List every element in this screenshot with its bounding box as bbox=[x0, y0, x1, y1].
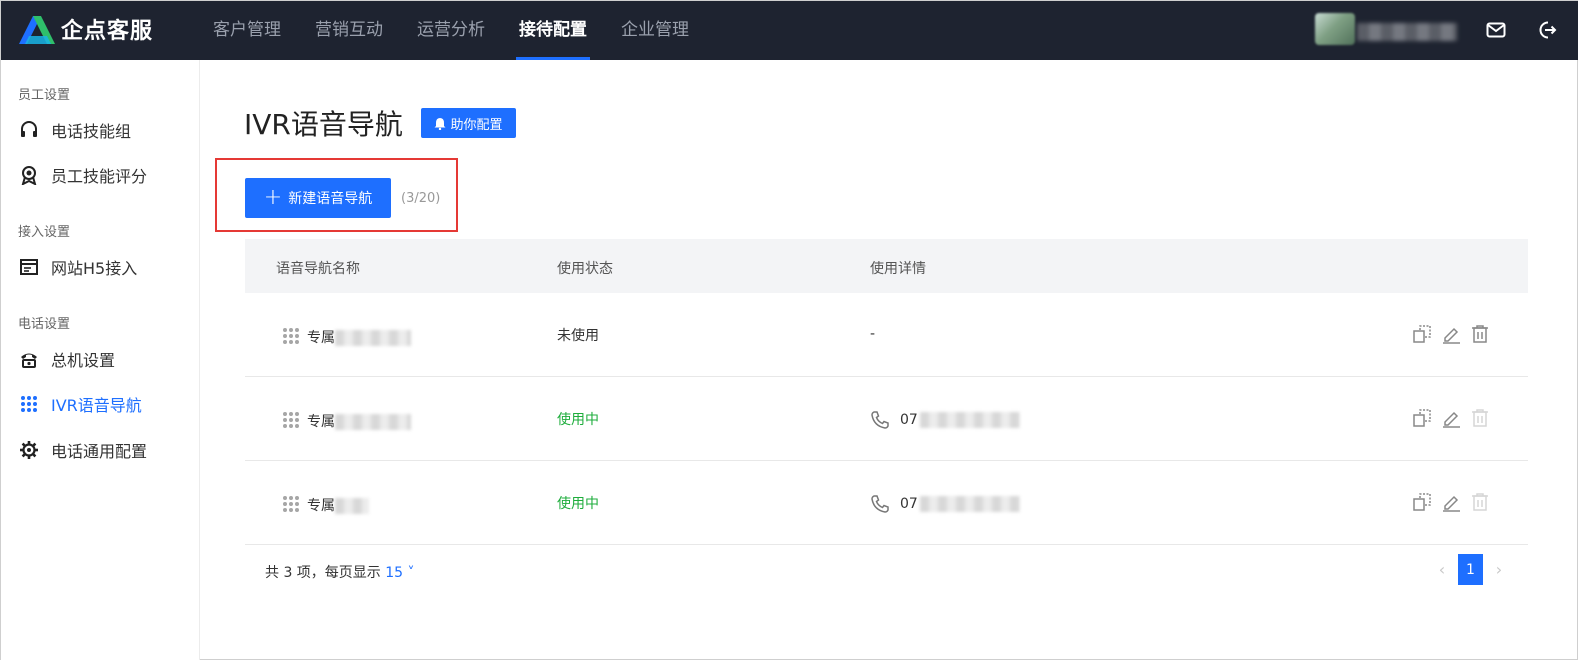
usage-detail: 07 bbox=[870, 410, 1020, 430]
avatar[interactable] bbox=[1315, 13, 1355, 45]
sidebar-item-label: 总机设置 bbox=[51, 351, 116, 370]
page-size-select[interactable]: 15 ˅ bbox=[385, 565, 414, 581]
usage-detail-text: 07 bbox=[900, 496, 918, 512]
pagination: ‹ 1 › bbox=[1433, 554, 1508, 585]
table-header: 语音导航名称 使用状态 使用详情 bbox=[245, 239, 1528, 293]
column-header-detail: 使用详情 bbox=[870, 261, 926, 277]
chevron-down-icon: ˅ bbox=[403, 565, 415, 581]
drag-handle-icon[interactable] bbox=[283, 328, 299, 344]
sidebar-item-label: 电话通用配置 bbox=[51, 442, 148, 461]
sidebar: 员工设置 电话技能组 员工技能评分 接入设置 网站H5接入 电话设置 总机设置 bbox=[1, 60, 200, 660]
app-logo[interactable]: 企点客服 bbox=[17, 13, 153, 45]
nav-enterprise-management[interactable]: 企业管理 bbox=[604, 1, 706, 60]
sidebar-item-label: 电话技能组 bbox=[51, 122, 132, 141]
plus-icon: + bbox=[263, 185, 283, 210]
status-text: 未使用 bbox=[557, 328, 599, 344]
table-row: 专属 使用中 07 bbox=[245, 377, 1528, 461]
navigation-quota: (3/20) bbox=[401, 191, 441, 206]
mail-icon[interactable] bbox=[1485, 19, 1507, 41]
sidebar-item-label: 员工技能评分 bbox=[51, 167, 148, 186]
headset-icon bbox=[18, 119, 40, 141]
usage-detail: - bbox=[870, 326, 875, 342]
main-nav: 客户管理 营销互动 运营分析 接待配置 企业管理 bbox=[196, 1, 706, 60]
nav-reception-config[interactable]: 接待配置 bbox=[502, 1, 604, 60]
column-header-name: 语音导航名称 bbox=[276, 261, 360, 277]
nav-operations-analysis[interactable]: 运营分析 bbox=[400, 1, 502, 60]
redacted-text bbox=[919, 412, 1020, 428]
logo-mark-icon bbox=[17, 14, 55, 44]
sidebar-item-label: IVR语音导航 bbox=[51, 396, 142, 415]
drag-handle-icon[interactable] bbox=[283, 412, 299, 428]
total-count-text: 共 3 项，每页显示 bbox=[265, 565, 381, 581]
table-row: 专属 未使用 - bbox=[245, 293, 1528, 377]
sidebar-item-phone-skill-group[interactable]: 电话技能组 bbox=[1, 110, 200, 150]
row-actions bbox=[1412, 492, 1499, 512]
navigation-name: 专属 bbox=[307, 495, 369, 515]
navigation-name-text: 专属 bbox=[307, 414, 335, 430]
copy-icon[interactable] bbox=[1412, 408, 1432, 428]
navigation-name: 专属 bbox=[307, 411, 411, 431]
next-page-icon[interactable]: › bbox=[1490, 555, 1508, 585]
status-text: 使用中 bbox=[557, 412, 599, 428]
usage-detail-text: - bbox=[870, 326, 876, 342]
navigation-name-text: 专属 bbox=[307, 498, 335, 514]
phone-icon bbox=[870, 494, 890, 514]
navigation-name: 专属 bbox=[307, 327, 411, 347]
row-actions bbox=[1412, 324, 1499, 344]
table-row: 专属 使用中 07 bbox=[245, 461, 1528, 545]
redacted-text bbox=[335, 414, 411, 430]
column-header-status: 使用状态 bbox=[557, 261, 613, 277]
navigation-name-text: 专属 bbox=[307, 330, 335, 346]
user-name-redacted bbox=[1357, 23, 1457, 41]
phone-icon bbox=[870, 410, 890, 430]
page-number-current[interactable]: 1 bbox=[1458, 554, 1483, 585]
pagination-summary: 共 3 项，每页显示 15 ˅ bbox=[265, 562, 415, 582]
gear-icon bbox=[18, 439, 40, 461]
page-size-value: 15 bbox=[385, 565, 404, 581]
telephone-icon bbox=[18, 348, 40, 370]
nav-marketing-interaction[interactable]: 营销互动 bbox=[298, 1, 400, 60]
sidebar-item-staff-skill-rating[interactable]: 员工技能评分 bbox=[1, 155, 200, 195]
logout-icon[interactable] bbox=[1536, 19, 1558, 41]
sidebar-item-website-h5-access[interactable]: 网站H5接入 bbox=[1, 247, 200, 287]
prev-page-icon[interactable]: ‹ bbox=[1433, 555, 1451, 585]
sidebar-group-phone: 电话设置 bbox=[18, 317, 71, 332]
top-navigation-bar: 企点客服 客户管理 营销互动 运营分析 接待配置 企业管理 bbox=[1, 1, 1578, 60]
grid-dots-icon bbox=[18, 393, 40, 415]
nav-customer-management[interactable]: 客户管理 bbox=[196, 1, 298, 60]
sidebar-item-switchboard-settings[interactable]: 总机设置 bbox=[1, 339, 200, 379]
app-name: 企点客服 bbox=[61, 19, 154, 44]
copy-icon[interactable] bbox=[1412, 324, 1432, 344]
copy-icon[interactable] bbox=[1412, 492, 1432, 512]
sidebar-group-access: 接入设置 bbox=[18, 225, 71, 240]
redacted-text bbox=[919, 496, 1020, 512]
sidebar-item-ivr-navigation[interactable]: IVR语音导航 bbox=[1, 384, 200, 424]
delete-icon[interactable] bbox=[1470, 324, 1490, 344]
sidebar-item-label: 网站H5接入 bbox=[51, 259, 138, 278]
sidebar-item-phone-general-config[interactable]: 电话通用配置 bbox=[1, 430, 200, 470]
award-icon bbox=[18, 164, 40, 186]
edit-icon[interactable] bbox=[1441, 492, 1461, 512]
drag-handle-icon[interactable] bbox=[283, 496, 299, 512]
config-helper-label: 助你配置 bbox=[450, 117, 503, 133]
edit-icon[interactable] bbox=[1441, 324, 1461, 344]
sidebar-group-staff: 员工设置 bbox=[18, 88, 71, 103]
page-title: IVR语音导航 bbox=[244, 108, 403, 141]
edit-icon[interactable] bbox=[1441, 408, 1461, 428]
browser-icon bbox=[18, 256, 40, 278]
redacted-text bbox=[335, 498, 369, 514]
status-text: 使用中 bbox=[557, 496, 599, 512]
delete-icon-disabled bbox=[1470, 492, 1490, 512]
new-voice-navigation-label: 新建语音导航 bbox=[288, 191, 373, 207]
usage-detail: 07 bbox=[870, 494, 1020, 514]
config-helper-button[interactable]: 助你配置 bbox=[421, 108, 516, 138]
new-voice-navigation-button[interactable]: + 新建语音导航 bbox=[245, 178, 391, 218]
row-actions bbox=[1412, 408, 1499, 428]
delete-icon-disabled bbox=[1470, 408, 1490, 428]
bell-icon bbox=[434, 117, 446, 130]
redacted-text bbox=[335, 330, 411, 346]
usage-detail-text: 07 bbox=[900, 412, 918, 428]
